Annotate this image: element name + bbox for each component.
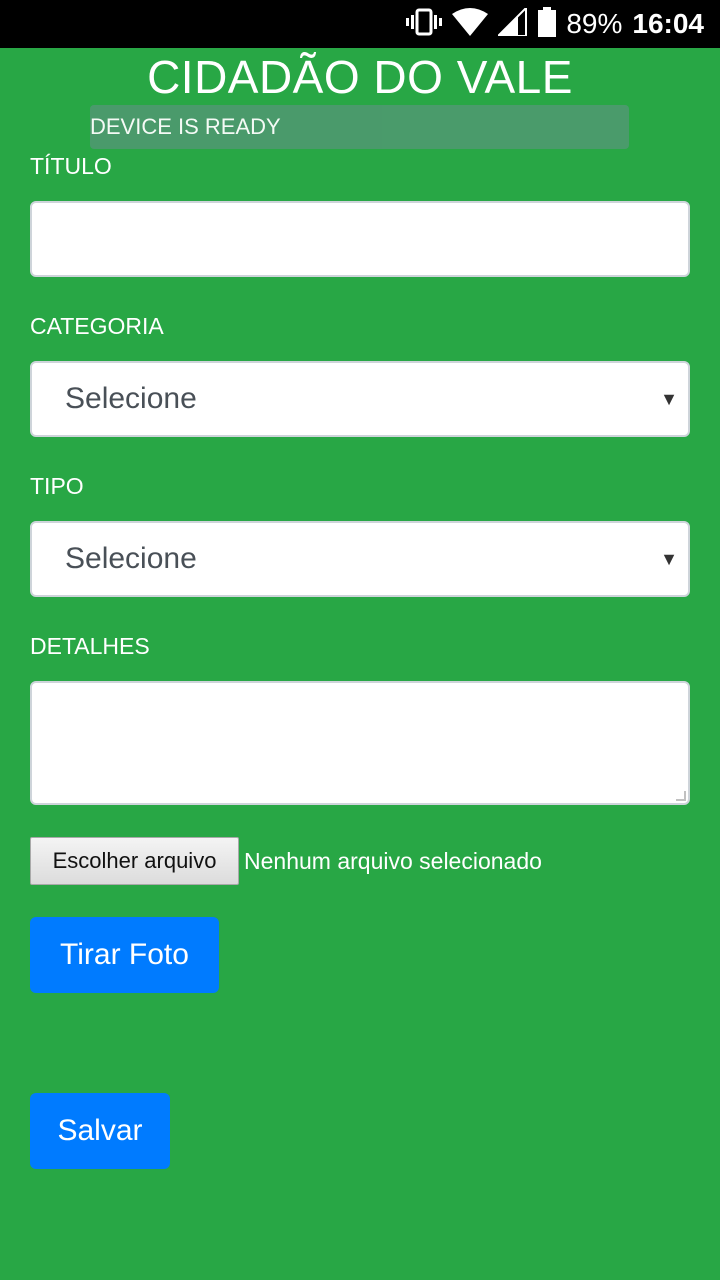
save-button[interactable]: Salvar [30,1093,170,1169]
device-status-banner: DEVICE IS READY [90,105,629,149]
tipo-selected-value: Selecione [65,542,197,575]
detalhes-textarea[interactable] [30,681,690,805]
wifi-icon [452,7,489,41]
choose-file-button[interactable]: Escolher arquivo [30,837,239,885]
vibrate-icon [406,8,443,41]
battery-icon [538,6,557,42]
chevron-down-icon: ▼ [660,389,678,409]
battery-percent: 89% [566,8,623,39]
status-bar: 89% 16:04 [0,0,720,48]
tipo-label: TIPO [30,473,84,499]
file-status-text: Nenhum arquivo selecionado [244,848,542,874]
page-title: CIDADÃO DO VALE [147,51,573,103]
chevron-down-icon: ▼ [660,549,678,569]
titulo-label: TÍTULO [30,153,112,179]
titulo-input[interactable] [30,201,690,277]
categoria-select[interactable]: Selecione ▼ [30,361,690,437]
cell-signal-icon [495,5,528,41]
categoria-label: CATEGORIA [30,313,164,339]
resize-handle-icon[interactable] [676,791,686,801]
detalhes-label: DETALHES [30,633,150,659]
status-icons: 89% 16:04 [406,0,704,48]
categoria-selected-value: Selecione [65,382,197,415]
clock: 16:04 [632,8,704,39]
take-photo-button[interactable]: Tirar Foto [30,917,219,993]
tipo-select[interactable]: Selecione ▼ [30,521,690,597]
